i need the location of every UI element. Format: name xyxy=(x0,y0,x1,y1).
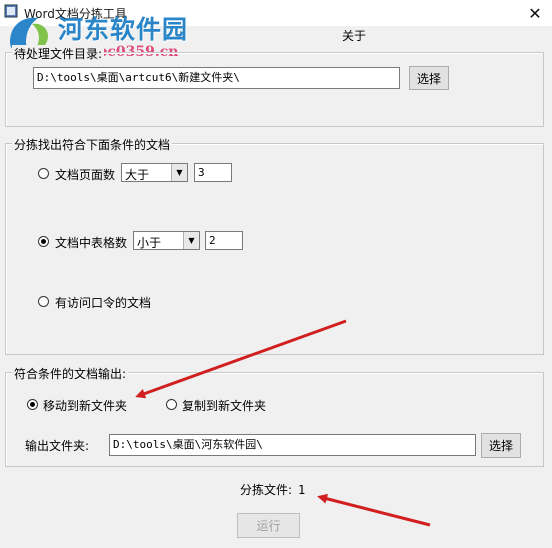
arrow-annotation-move-option xyxy=(135,319,347,399)
arrow-annotation-result xyxy=(317,493,431,527)
annotation-arrows xyxy=(135,319,431,527)
